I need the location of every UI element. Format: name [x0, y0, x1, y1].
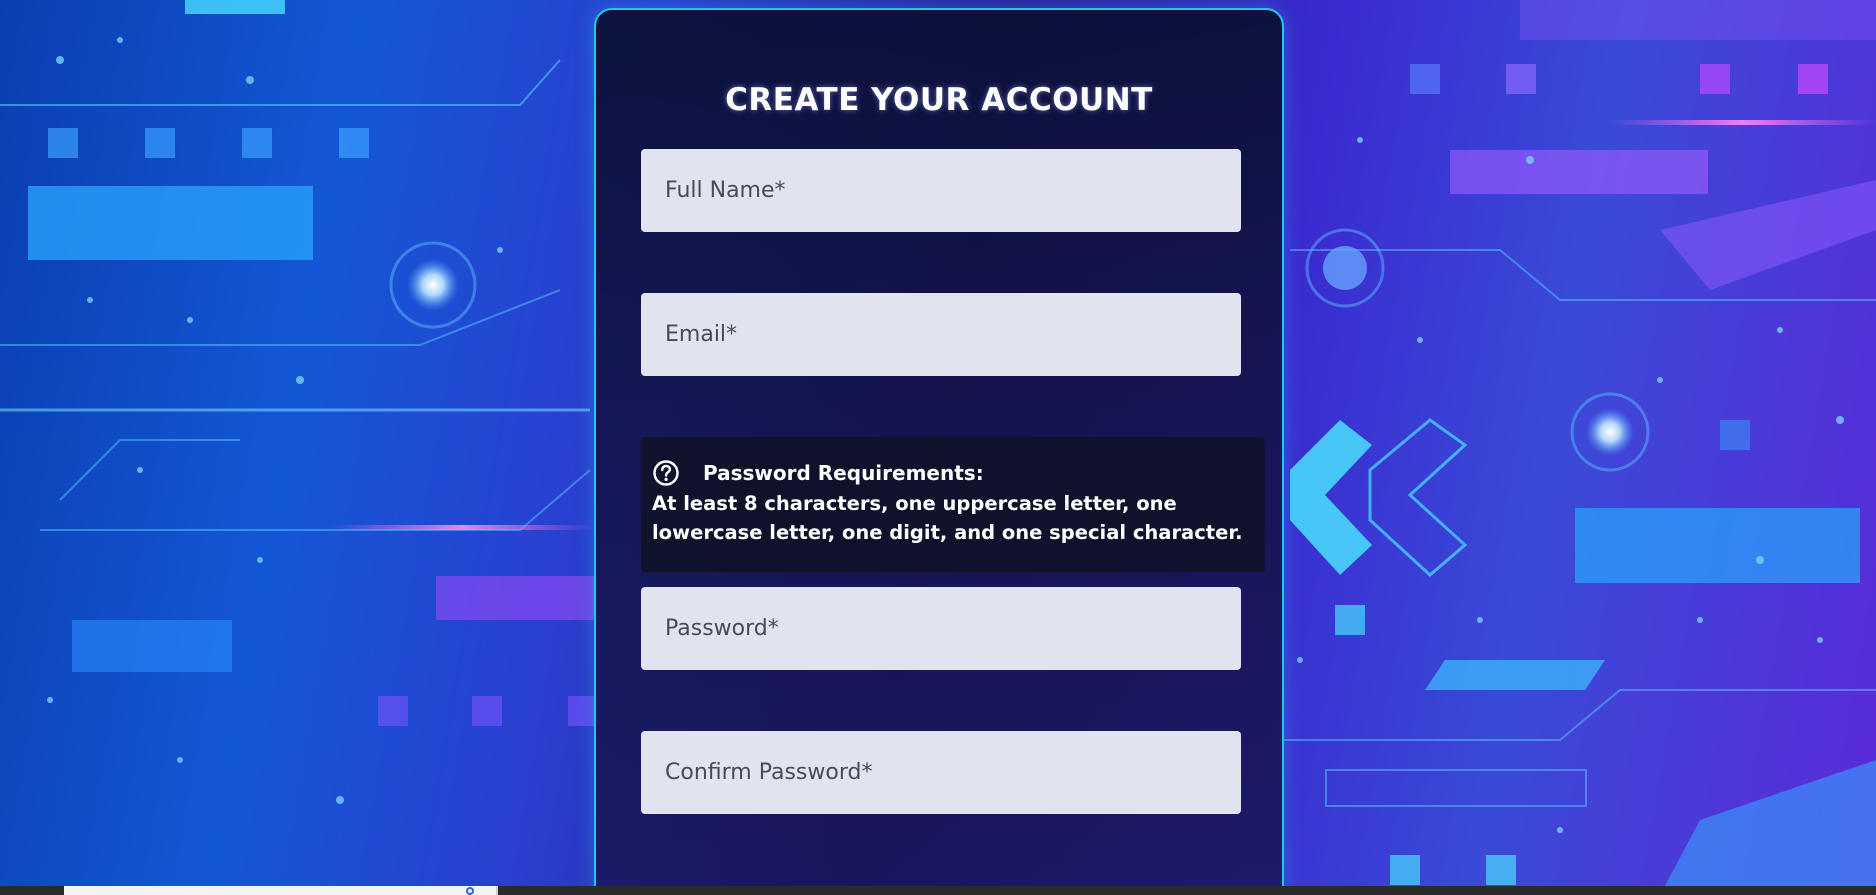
confirm-password-input[interactable] [641, 731, 1241, 814]
search-icon[interactable] [466, 887, 474, 895]
taskbar [0, 886, 1876, 895]
full-name-input[interactable] [641, 149, 1241, 232]
email-input[interactable] [641, 293, 1241, 376]
signup-panel: CREATE YOUR ACCOUNT Password Requirement… [594, 8, 1284, 895]
page-title: CREATE YOUR ACCOUNT [725, 82, 1153, 118]
password-requirements-box: Password Requirements: At least 8 charac… [641, 437, 1265, 572]
question-circle-icon [652, 459, 680, 487]
page: CREATE YOUR ACCOUNT Password Requirement… [0, 0, 1876, 895]
password-requirements-header: Password Requirements: [652, 459, 1253, 487]
password-requirements-heading: Password Requirements: [703, 461, 984, 485]
taskbar-search-box[interactable] [64, 886, 498, 895]
password-input[interactable] [641, 587, 1241, 670]
password-requirements-text: At least 8 characters, one uppercase let… [652, 492, 1243, 544]
